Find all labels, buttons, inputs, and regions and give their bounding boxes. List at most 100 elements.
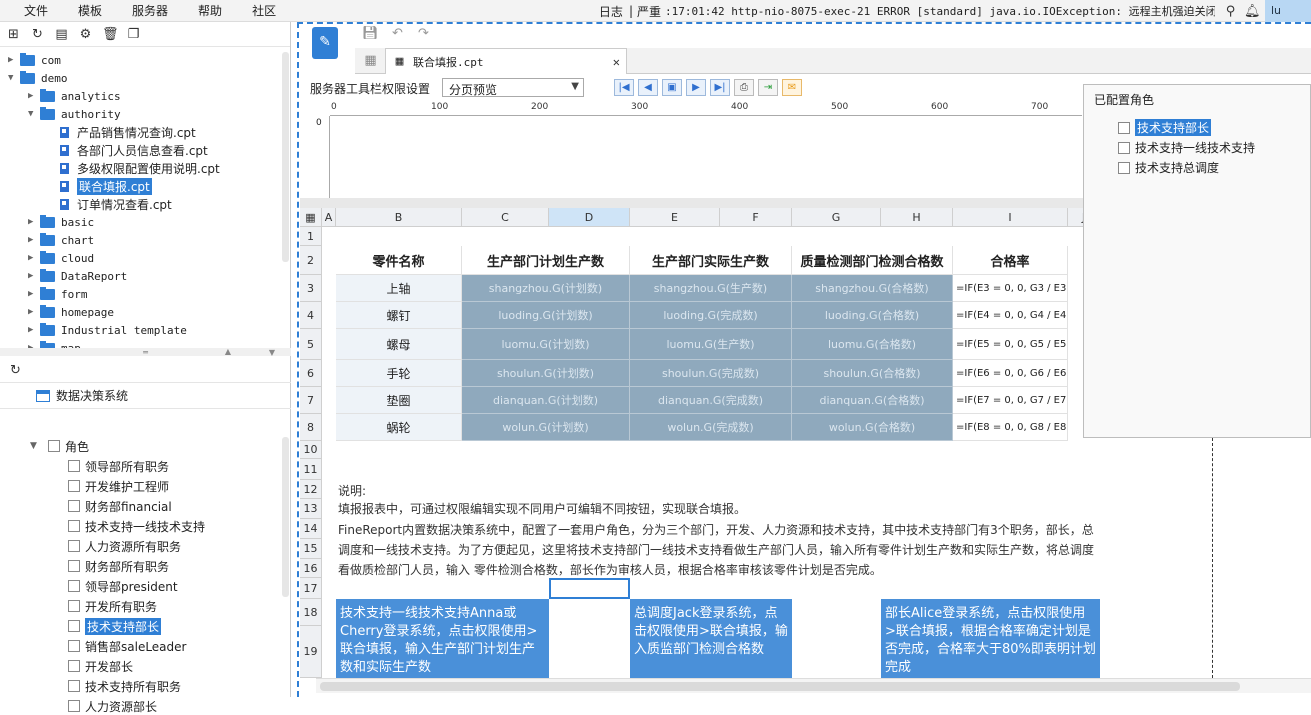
formula-cell[interactable]: =IF(E4 = 0, 0, G4 / E4) [953,302,1068,329]
column-header[interactable]: A [322,208,336,227]
column-header[interactable]: F [720,208,792,227]
column-header[interactable]: G [792,208,881,227]
part-name-cell[interactable]: 螺钉 [336,302,462,329]
row-header[interactable]: 18 [300,599,322,626]
menu-server[interactable]: 服务器 [132,2,168,19]
new-folder-icon[interactable]: ⊞ [6,27,21,42]
page-number-button[interactable]: ▣ [662,79,682,96]
row-header[interactable]: 5 [300,329,322,360]
checkbox[interactable] [1118,121,1130,134]
next-page-button[interactable]: ▶ [686,79,706,96]
configured-role-item[interactable]: 技术支持部长 [1118,119,1212,136]
chevron-right-icon[interactable]: ▶ [28,235,40,245]
menu-file[interactable]: 文件 [24,2,48,19]
role-item[interactable]: 开发所有职务 [68,597,157,615]
part-name-cell[interactable]: 手轮 [336,360,462,387]
column-header[interactable]: D [549,208,630,227]
header-cell[interactable]: 合格率 [953,246,1068,275]
ok-cell[interactable]: luomu.G(合格数) [792,329,953,360]
delete-icon[interactable]: 🗑︎ [102,27,119,42]
row-header[interactable]: 19 [300,626,322,678]
role-item[interactable]: 技术支持部长 [68,617,162,635]
tree-item[interactable]: ▶ analytics [28,87,121,105]
tree-item[interactable]: ▶ com [8,51,61,69]
tree-item[interactable]: 各部门人员信息查看.cpt [48,141,208,159]
checkbox[interactable] [68,540,80,552]
decision-system-item[interactable]: 数据决策系统 [0,383,291,409]
checkbox[interactable] [68,660,80,672]
plan-cell[interactable]: luomu.G(计划数) [462,329,630,360]
selected-cell[interactable] [549,578,630,599]
permission-icon[interactable]: ⚙ [78,27,93,42]
checkbox[interactable] [68,460,80,472]
plan-cell[interactable]: shangzhou.G(计划数) [462,275,630,302]
log-link[interactable]: 日志 [599,3,623,20]
properties-icon[interactable]: ▤ [54,27,69,42]
role-item[interactable]: 开发部长 [68,657,133,675]
chevron-down-icon[interactable]: ▼ [30,441,42,451]
row-header[interactable]: 13 [300,499,322,519]
tree-item[interactable]: ▶ Industrial template [28,321,187,339]
actual-cell[interactable]: luomu.G(生产数) [630,329,792,360]
row-header[interactable]: 11 [300,459,322,480]
row-header[interactable]: 4 [300,302,322,329]
role-item[interactable]: 财务部所有职务 [68,557,169,575]
instruction-box[interactable]: 总调度Jack登录系统，点击权限使用>联合填报，输入质监部门检测合格数 [630,599,792,678]
role-item[interactable]: 财务部financial [68,497,172,515]
row-header[interactable]: 17 [300,578,322,599]
chevron-right-icon[interactable]: ▶ [28,289,40,299]
ok-cell[interactable]: luoding.G(合格数) [792,302,953,329]
tree-item[interactable]: ▶ cloud [28,249,94,267]
last-page-button[interactable]: ▶| [710,79,730,96]
panel-splitter[interactable]: ═ ▼ ▲ [0,347,291,357]
chevron-down-icon[interactable]: ▼ [28,109,40,119]
tree-item[interactable]: 多级权限配置使用说明.cpt [48,159,220,177]
print-button[interactable]: ⎙ [734,79,754,96]
prev-page-button[interactable]: ◀ [638,79,658,96]
checkbox[interactable] [68,480,80,492]
role-item[interactable]: 人力资源部长 [68,697,157,715]
configured-role-item[interactable]: 技术支持总调度 [1118,159,1219,176]
checkbox[interactable] [68,640,80,652]
checkbox[interactable] [68,620,80,632]
checkbox[interactable] [68,500,80,512]
checkbox[interactable] [1118,161,1130,174]
tree-item[interactable]: ▶ homepage [28,303,114,321]
ok-cell[interactable]: dianquan.G(合格数) [792,387,953,414]
actual-cell[interactable]: shoulun.G(完成数) [630,360,792,387]
user-avatar[interactable]: lu [1265,0,1311,22]
copy-icon[interactable]: ❐ [126,27,141,42]
actual-cell[interactable]: wolun.G(完成数) [630,414,792,441]
instruction-box[interactable]: 技术支持一线技术支持Anna或Cherry登录系统，点击权限使用>联合填报，输入… [336,599,549,678]
redo-icon[interactable]: ↷ [416,26,431,41]
column-header[interactable]: B [336,208,462,227]
grid-icon[interactable]: ▦ [363,53,378,68]
instruction-box[interactable]: 部长Alice登录系统，点击权限使用>联合填报，根据合格率确定计划是否完成，合格… [881,599,1100,678]
chevron-right-icon[interactable]: ▶ [28,307,40,317]
role-root[interactable]: ▼ 角色 [30,437,89,455]
header-cell[interactable]: 生产部门实际生产数 [630,246,792,275]
row-header[interactable]: 8 [300,414,322,441]
ok-cell[interactable]: shoulun.G(合格数) [792,360,953,387]
checkbox[interactable] [68,520,80,532]
refresh-icon[interactable]: ↻ [8,363,23,378]
template-type-icon[interactable]: ✎ [312,27,338,59]
plan-cell[interactable]: wolun.G(计划数) [462,414,630,441]
actual-cell[interactable]: dianquan.G(完成数) [630,387,792,414]
tree-item[interactable]: ▶ form [28,285,88,303]
actual-cell[interactable]: shangzhou.G(生产数) [630,275,792,302]
corner-cell[interactable]: ▦ [300,208,322,227]
formula-cell[interactable]: =IF(E6 = 0, 0, G6 / E6) [953,360,1068,387]
horizontal-scrollbar[interactable] [316,678,1311,693]
chevron-right-icon[interactable]: ▶ [28,271,40,281]
checkbox[interactable] [68,600,80,612]
role-item[interactable]: 销售部saleLeader [68,637,186,655]
ok-cell[interactable]: wolun.G(合格数) [792,414,953,441]
tree-item[interactable]: 产品销售情况查询.cpt [48,123,196,141]
first-page-button[interactable]: |◀ [614,79,634,96]
role-item[interactable]: 开发维护工程师 [68,477,169,495]
tree-item[interactable]: ▶ chart [28,231,94,249]
row-header[interactable]: 3 [300,275,322,302]
chevron-right-icon[interactable]: ▶ [28,217,40,227]
menu-help[interactable]: 帮助 [198,2,222,19]
